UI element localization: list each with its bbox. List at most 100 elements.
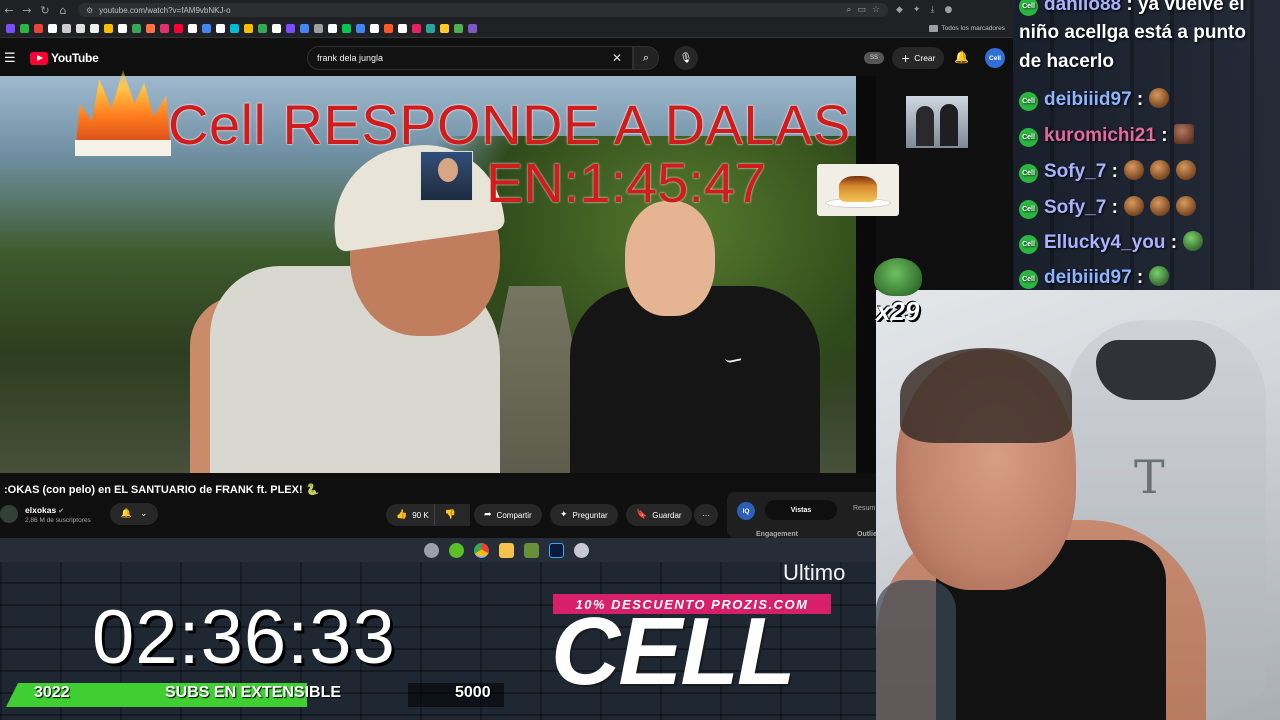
bookmark-icon[interactable] [286, 24, 295, 33]
chrome-taskbar-icon[interactable] [474, 542, 489, 558]
file-explorer-icon[interactable] [499, 542, 514, 558]
ss-extension-badge[interactable]: SS [864, 52, 884, 64]
taskbar-app-icon[interactable] [574, 542, 589, 558]
share-button[interactable]: ➦ Compartir [474, 504, 542, 526]
bookmark-icon[interactable] [20, 24, 29, 33]
bookmark-icon[interactable] [90, 24, 99, 33]
bookmark-icon[interactable] [258, 24, 267, 33]
forward-icon[interactable]: → [18, 1, 36, 19]
photoshop-icon[interactable] [549, 542, 564, 558]
bookmark-icon[interactable] [454, 24, 463, 33]
bell-icon: 🔔 [120, 509, 132, 519]
bookmark-icon[interactable] [300, 24, 309, 33]
bookmark-icon[interactable] [244, 24, 253, 33]
taskbar-app-icon[interactable] [449, 542, 464, 558]
flan-icon [839, 176, 877, 202]
reload-icon[interactable]: ↻ [36, 1, 54, 19]
bookmark-icon[interactable] [202, 24, 211, 33]
voice-search-button[interactable]: 🎙 [674, 46, 698, 70]
menu-icon[interactable]: ☰ [4, 51, 18, 66]
subscriber-badge-icon: Cell [1019, 164, 1038, 183]
ask-button[interactable]: ✦ Preguntar [550, 504, 618, 526]
poop-emote-icon [1149, 196, 1170, 216]
zoom-icon[interactable]: ⌕ [846, 5, 851, 15]
bookmark-icon[interactable] [384, 24, 393, 33]
create-button[interactable]: + Crear [892, 47, 945, 69]
bookmark-icon[interactable] [440, 24, 449, 33]
more-actions-button[interactable]: ··· [694, 504, 718, 526]
couple-person [916, 106, 934, 146]
youtube-logo[interactable]: YouTube [30, 51, 99, 65]
channel-avatar[interactable] [0, 505, 18, 523]
x-bookmark-icon[interactable] [62, 24, 71, 33]
back-icon[interactable]: ← [0, 1, 18, 19]
bookmark-icon[interactable] [342, 24, 351, 33]
subscriber-badge-icon: Cell [1019, 235, 1038, 254]
search-button[interactable]: ⌕ [633, 46, 659, 70]
save-button[interactable]: 🔖 Guardar [626, 504, 692, 526]
site-info-icon[interactable]: ⚙ [86, 6, 93, 15]
chat-message: Cell Sofy_7 : [1019, 196, 1196, 219]
bookmark-icon[interactable] [188, 24, 197, 33]
subscriber-badge-icon: Cell [1019, 92, 1038, 111]
chat-username: Ellucky4_you [1044, 232, 1166, 253]
account-avatar[interactable]: Cell [985, 48, 1005, 68]
subscribed-button[interactable]: 🔔 ⌄ [110, 503, 158, 525]
tab-vistas[interactable]: Vistas [765, 500, 837, 520]
home-icon[interactable]: ⌂ [54, 1, 72, 19]
channel-name-row[interactable]: elxokas ✔ [25, 505, 64, 515]
outlier-label: Outlie [857, 531, 877, 538]
bookmark-icon[interactable] [132, 24, 141, 33]
bookmark-icon[interactable] [314, 24, 323, 33]
chat-text: : [1170, 232, 1178, 253]
dislike-button[interactable]: 👎 [434, 504, 466, 526]
more-icon: ··· [702, 510, 710, 520]
bookmark-icon[interactable] [104, 24, 113, 33]
bookmark-icon[interactable] [468, 24, 477, 33]
bookmark-star-icon[interactable]: ☆ [872, 5, 880, 15]
bookmark-icon[interactable] [272, 24, 281, 33]
notifications-icon[interactable]: 🔔 [954, 50, 969, 64]
bookmark-icon[interactable] [426, 24, 435, 33]
extensions-icon[interactable]: ✦ [913, 5, 921, 15]
microphone-icon: 🎙 [679, 52, 693, 64]
bookmark-icon[interactable] [356, 24, 365, 33]
bookmark-icon[interactable] [398, 24, 407, 33]
tab-resumen[interactable]: Resum [853, 505, 875, 512]
youtube-bookmark-icon[interactable] [174, 24, 183, 33]
bookmark-icon[interactable] [146, 24, 155, 33]
poop-emote-icon [1149, 88, 1170, 108]
bookmark-icon[interactable] [48, 24, 57, 33]
frog-emote-icon [1183, 231, 1204, 251]
chat-text: : [1111, 197, 1118, 218]
bookmark-icon[interactable] [328, 24, 337, 33]
youtube-wordmark: YouTube [51, 51, 99, 65]
search-input[interactable]: frank dela jungla ✕ [307, 46, 633, 70]
bookmark-icon[interactable] [216, 24, 225, 33]
politician-emote [420, 151, 473, 201]
gmail-bookmark-icon[interactable] [34, 24, 43, 33]
bookmark-icon[interactable] [118, 24, 127, 33]
address-bar[interactable]: ⚙ youtube.com/watch?v=fAM9vbNKJ-o ⌕ ▭ ☆ [78, 3, 888, 17]
profile-icon[interactable]: ● [944, 5, 952, 15]
cast-icon[interactable]: ▭ [857, 5, 866, 15]
chat-username: deibiiid97 [1044, 267, 1132, 288]
instagram-bookmark-icon[interactable] [160, 24, 169, 33]
bookmark-icon[interactable] [370, 24, 379, 33]
subscriber-badge-icon: Cell [1019, 200, 1038, 219]
search-icon: ⌕ [642, 51, 650, 64]
plus-icon: + [901, 51, 911, 65]
taskbar-app-icon[interactable] [524, 542, 539, 558]
iq-badge[interactable]: IQ [737, 502, 755, 520]
bookmark-icon[interactable] [6, 24, 15, 33]
tiktok-bookmark-icon[interactable] [76, 24, 85, 33]
bookmark-icon[interactable] [230, 24, 239, 33]
extension-icon[interactable]: ◆ [896, 5, 903, 15]
bookmarks-bar: Todos los marcadores [0, 20, 1013, 38]
youtube-header: ☰ YouTube frank dela jungla ✕ ⌕ 🎙 SS + C… [0, 40, 1013, 76]
clear-search-icon[interactable]: ✕ [612, 51, 622, 65]
bookmark-icon[interactable] [412, 24, 421, 33]
taskbar-app-icon[interactable] [424, 542, 439, 558]
all-bookmarks-folder[interactable]: Todos los marcadores [929, 25, 1005, 32]
download-icon[interactable]: ⤓ [930, 5, 934, 15]
